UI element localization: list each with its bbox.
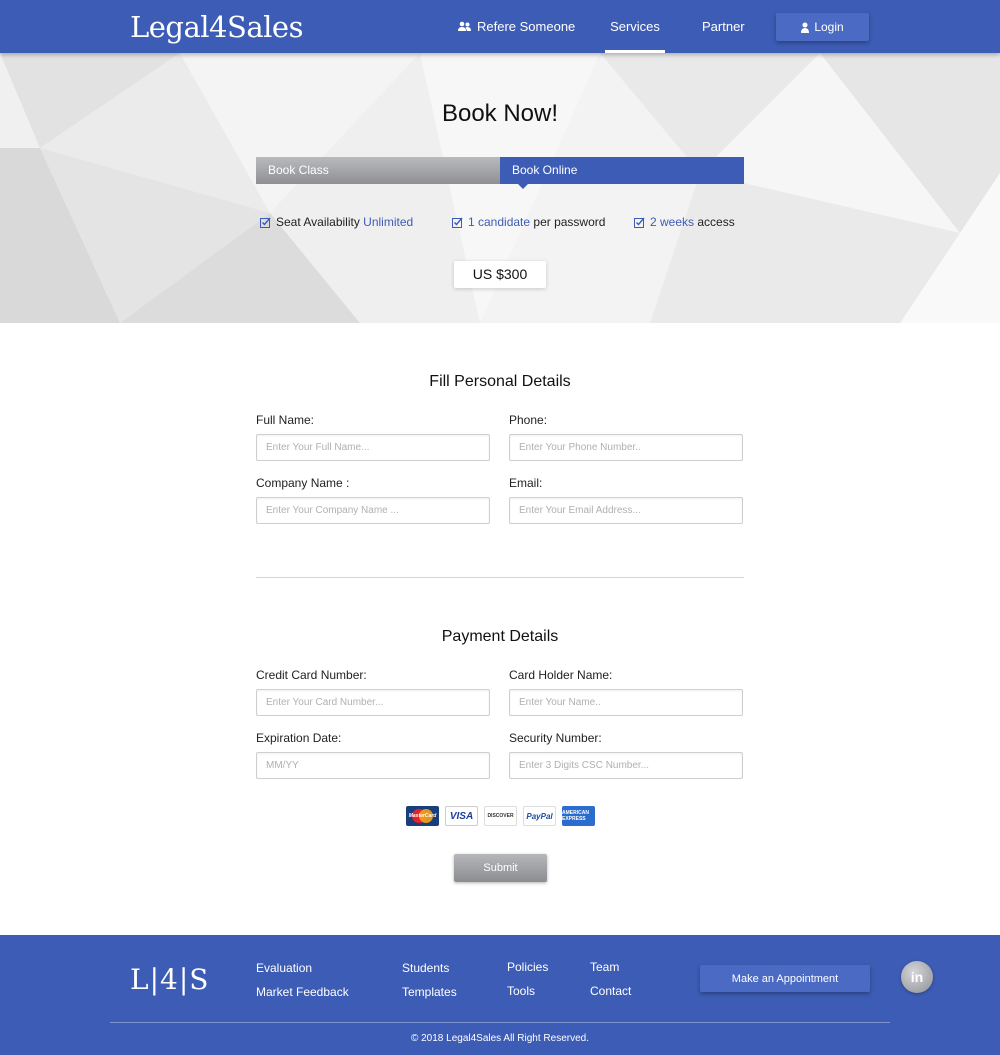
- feature-access: 2 weeks access: [634, 215, 735, 229]
- card-holder-label: Card Holder Name:: [509, 668, 613, 682]
- mastercard-text: MasterCard: [408, 813, 437, 819]
- top-navbar: Legal4Sales Refere Someone Services Part…: [0, 0, 1000, 53]
- paypal-logo: PayPal: [523, 806, 556, 826]
- nav-services[interactable]: Services: [605, 0, 665, 53]
- tab-book-online[interactable]: Book Online: [500, 157, 744, 189]
- security-number-input[interactable]: [509, 752, 743, 779]
- login-button[interactable]: Login: [776, 13, 869, 41]
- tab-book-online-label: Book Online: [512, 163, 578, 177]
- footer-link-tools[interactable]: Tools: [507, 984, 535, 998]
- feature-text: per password: [530, 215, 606, 229]
- site-footer: L|4|S Evaluation Market Feedback Student…: [0, 935, 1000, 1055]
- make-appointment-button[interactable]: Make an Appointment: [700, 965, 870, 992]
- active-tab-caret: [518, 184, 528, 189]
- nav-partner-label: Partner: [702, 18, 745, 34]
- email-label: Email:: [509, 476, 543, 490]
- email-input[interactable]: [509, 497, 743, 524]
- feature-highlight: 1 candidate: [468, 215, 531, 229]
- copyright-text: © 2018 Legal4Sales All Right Reserved.: [410, 1033, 590, 1044]
- user-icon: [801, 22, 810, 33]
- nav-services-label: Services: [610, 18, 660, 34]
- checkbox-icon: [260, 217, 271, 228]
- page-title: Book Now!: [441, 100, 559, 127]
- company-name-input[interactable]: [256, 497, 490, 524]
- booking-tabs: Book Class Book Online: [256, 157, 744, 189]
- company-name-label: Company Name :: [256, 476, 350, 490]
- mastercard-logo: MasterCard: [406, 806, 439, 826]
- card-number-label: Credit Card Number:: [256, 668, 367, 682]
- footer-link-team[interactable]: Team: [590, 960, 619, 974]
- phone-label: Phone:: [509, 413, 548, 427]
- users-icon: [458, 21, 471, 31]
- payment-details-title: Payment Details: [441, 628, 559, 645]
- price-badge: US $300: [454, 261, 546, 288]
- expiration-input[interactable]: [256, 752, 490, 779]
- submit-button[interactable]: Submit: [454, 854, 547, 882]
- feature-highlight: Unlimited: [363, 215, 414, 229]
- feature-text: access: [694, 215, 735, 229]
- active-nav-indicator: [605, 50, 665, 53]
- linkedin-icon[interactable]: in: [901, 961, 933, 993]
- phone-input[interactable]: [509, 434, 743, 461]
- full-name-input[interactable]: [256, 434, 490, 461]
- nav-refer-label: Refere Someone: [477, 18, 576, 34]
- accepted-cards: MasterCard VISA DISCOVER PayPal AMERICAN…: [406, 806, 595, 826]
- discover-logo: DISCOVER: [484, 806, 517, 826]
- hero-booking: Book Now! Book Class Book Online Seat Av…: [0, 53, 1000, 323]
- site-logo[interactable]: Legal4Sales: [130, 10, 303, 44]
- footer-link-templates[interactable]: Templates: [402, 985, 457, 999]
- personal-details-title: Fill Personal Details: [429, 373, 571, 390]
- footer-divider: [110, 1022, 890, 1023]
- login-label: Login: [814, 20, 844, 34]
- footer-link-contact[interactable]: Contact: [590, 984, 631, 998]
- expiration-label: Expiration Date:: [256, 731, 342, 745]
- full-name-label: Full Name:: [256, 413, 315, 427]
- feature-seat-availability: Seat Availability Unlimited: [260, 215, 413, 229]
- footer-link-policies[interactable]: Policies: [507, 960, 548, 974]
- footer-link-market-feedback[interactable]: Market Feedback: [256, 985, 349, 999]
- feature-highlight: 2 weeks: [650, 215, 695, 229]
- feature-candidates: 1 candidate per password: [452, 215, 605, 229]
- footer-link-students[interactable]: Students: [402, 961, 449, 975]
- checkbox-icon: [634, 217, 645, 228]
- security-number-label: Security Number:: [509, 731, 602, 745]
- section-divider: [256, 577, 744, 578]
- card-holder-input[interactable]: [509, 689, 743, 716]
- footer-logo[interactable]: L|4|S: [130, 963, 209, 996]
- nav-partner[interactable]: Partner: [702, 0, 745, 53]
- card-number-input[interactable]: [256, 689, 490, 716]
- checkbox-icon: [452, 217, 463, 228]
- amex-logo: AMERICAN EXPRESS: [562, 806, 595, 826]
- feature-text: Seat Availability: [276, 215, 364, 229]
- tab-book-class[interactable]: Book Class: [256, 157, 500, 184]
- nav-refer-someone[interactable]: Refere Someone: [458, 0, 575, 53]
- footer-link-evaluation[interactable]: Evaluation: [256, 961, 312, 975]
- visa-logo: VISA: [445, 806, 478, 826]
